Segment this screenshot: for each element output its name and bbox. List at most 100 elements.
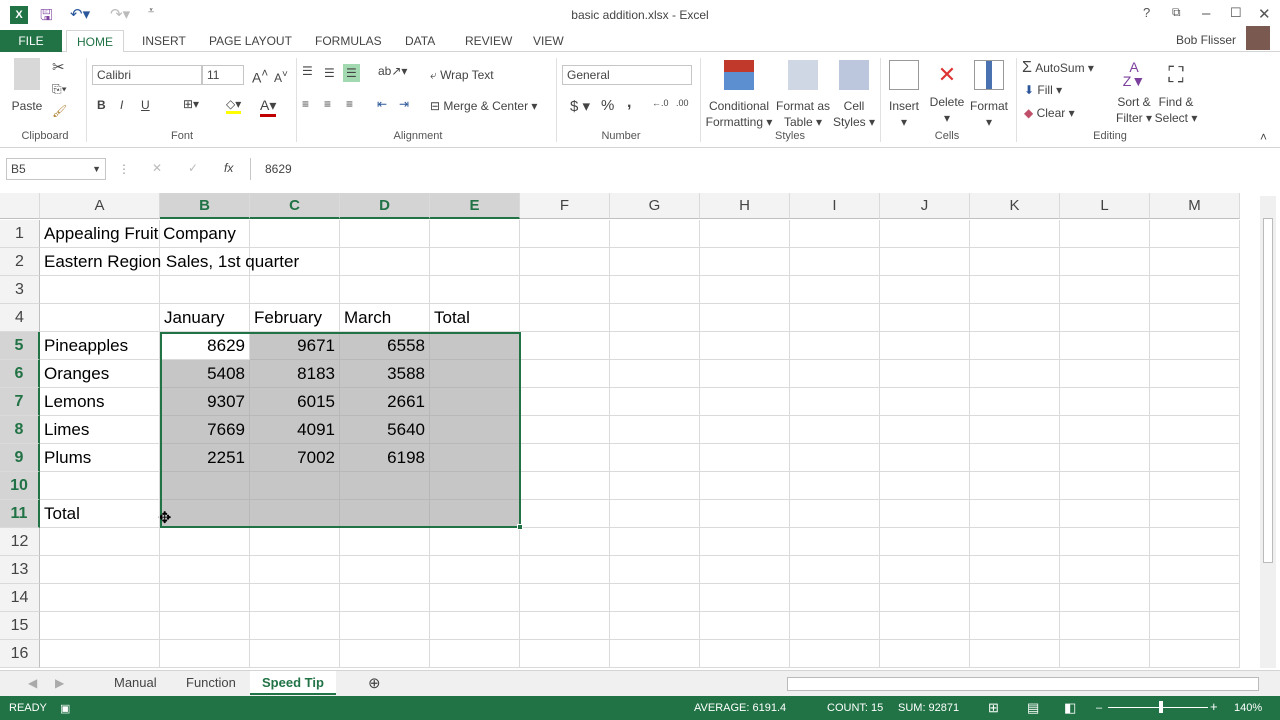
cell-f8[interactable]	[520, 416, 610, 444]
maximize-icon[interactable]: ☐	[1230, 5, 1242, 21]
cell-l11[interactable]	[1060, 500, 1150, 528]
cell-b4[interactable]: January	[160, 304, 250, 332]
paste-button[interactable]: Paste	[10, 58, 44, 114]
cell-f1[interactable]	[520, 220, 610, 248]
column-header-c[interactable]: C	[250, 193, 340, 219]
cell-e3[interactable]	[430, 276, 520, 304]
tab-home[interactable]: HOME	[66, 30, 124, 53]
insert-cells-button[interactable]: Insert ▾	[884, 60, 924, 130]
row-header-11[interactable]: 11	[0, 500, 40, 528]
column-header-f[interactable]: F	[520, 193, 610, 219]
cell-c15[interactable]	[250, 612, 340, 640]
cell-c6[interactable]: 8183	[250, 360, 340, 388]
cell-a12[interactable]	[40, 528, 160, 556]
merge-center-button[interactable]: ⊟ Merge & Center ▾	[430, 99, 537, 113]
cell-c7[interactable]: 6015	[250, 388, 340, 416]
cell-e9[interactable]	[430, 444, 520, 472]
cell-f6[interactable]	[520, 360, 610, 388]
cell-a16[interactable]	[40, 640, 160, 668]
bold-button[interactable]: B	[97, 98, 106, 112]
cell-m13[interactable]	[1150, 556, 1240, 584]
cell-g16[interactable]	[610, 640, 700, 668]
cell-k12[interactable]	[970, 528, 1060, 556]
row-header-8[interactable]: 8	[0, 416, 40, 444]
cell-j13[interactable]	[880, 556, 970, 584]
zoom-level[interactable]: 140%	[1234, 702, 1262, 714]
cell-g14[interactable]	[610, 584, 700, 612]
cell-e4[interactable]: Total	[430, 304, 520, 332]
cell-a11[interactable]: Total	[40, 500, 160, 528]
borders-icon[interactable]: ⊞▾	[183, 97, 199, 111]
cell-l1[interactable]	[1060, 220, 1150, 248]
row-header-6[interactable]: 6	[0, 360, 40, 388]
cell-c8[interactable]: 4091	[250, 416, 340, 444]
comma-button[interactable]: ,	[627, 94, 631, 112]
enter-icon[interactable]: ✓	[188, 161, 198, 175]
tab-data[interactable]: DATA	[395, 30, 445, 52]
cell-g9[interactable]	[610, 444, 700, 472]
cell-b9[interactable]: 2251	[160, 444, 250, 472]
cell-a7[interactable]: Lemons	[40, 388, 160, 416]
cell-i10[interactable]	[790, 472, 880, 500]
column-header-k[interactable]: K	[970, 193, 1060, 219]
horizontal-scrollbar[interactable]	[787, 677, 1259, 691]
row-header-15[interactable]: 15	[0, 612, 40, 640]
cell-i9[interactable]	[790, 444, 880, 472]
row-header-14[interactable]: 14	[0, 584, 40, 612]
number-format-dropdown[interactable]: General	[562, 65, 692, 85]
sort-filter-button[interactable]: A Z▼ Sort & Filter ▾	[1112, 60, 1156, 126]
cell-i15[interactable]	[790, 612, 880, 640]
cell-j4[interactable]	[880, 304, 970, 332]
cell-f10[interactable]	[520, 472, 610, 500]
cell-l4[interactable]	[1060, 304, 1150, 332]
tab-file[interactable]: FILE	[0, 30, 62, 52]
formula-input[interactable]: 8629	[250, 158, 1276, 180]
cell-d10[interactable]	[340, 472, 430, 500]
cell-b6[interactable]: 5408	[160, 360, 250, 388]
cell-h12[interactable]	[700, 528, 790, 556]
increase-decimal-icon[interactable]: ←.0	[652, 98, 669, 108]
cell-m14[interactable]	[1150, 584, 1240, 612]
cell-b13[interactable]	[160, 556, 250, 584]
cell-f3[interactable]	[520, 276, 610, 304]
cell-e16[interactable]	[430, 640, 520, 668]
cell-a14[interactable]	[40, 584, 160, 612]
row-header-12[interactable]: 12	[0, 528, 40, 556]
normal-view-icon[interactable]: ⊞	[988, 700, 999, 716]
cell-i6[interactable]	[790, 360, 880, 388]
cell-g11[interactable]	[610, 500, 700, 528]
select-all-corner[interactable]	[0, 193, 40, 219]
cell-c1[interactable]	[250, 220, 340, 248]
cell-l14[interactable]	[1060, 584, 1150, 612]
row-header-5[interactable]: 5	[0, 332, 40, 360]
cell-k4[interactable]	[970, 304, 1060, 332]
bottom-align-icon[interactable]: ☰	[343, 64, 360, 82]
cell-d13[interactable]	[340, 556, 430, 584]
cell-g8[interactable]	[610, 416, 700, 444]
cell-e2[interactable]	[430, 248, 520, 276]
cell-j7[interactable]	[880, 388, 970, 416]
cell-j8[interactable]	[880, 416, 970, 444]
cell-a5[interactable]: Pineapples	[40, 332, 160, 360]
cell-i3[interactable]	[790, 276, 880, 304]
user-name[interactable]: Bob Flisser	[1176, 33, 1236, 47]
cell-c14[interactable]	[250, 584, 340, 612]
vertical-scrollbar[interactable]	[1260, 196, 1276, 668]
cell-f16[interactable]	[520, 640, 610, 668]
cell-m7[interactable]	[1150, 388, 1240, 416]
cell-f13[interactable]	[520, 556, 610, 584]
cell-m15[interactable]	[1150, 612, 1240, 640]
cell-d16[interactable]	[340, 640, 430, 668]
cell-l9[interactable]	[1060, 444, 1150, 472]
cell-k10[interactable]	[970, 472, 1060, 500]
column-header-j[interactable]: J	[880, 193, 970, 219]
avatar[interactable]	[1246, 26, 1270, 50]
cell-j9[interactable]	[880, 444, 970, 472]
row-header-16[interactable]: 16	[0, 640, 40, 668]
cell-k1[interactable]	[970, 220, 1060, 248]
row-header-4[interactable]: 4	[0, 304, 40, 332]
cell-h8[interactable]	[700, 416, 790, 444]
cell-e7[interactable]	[430, 388, 520, 416]
column-header-i[interactable]: I	[790, 193, 880, 219]
zoom-slider[interactable]	[1108, 707, 1208, 708]
